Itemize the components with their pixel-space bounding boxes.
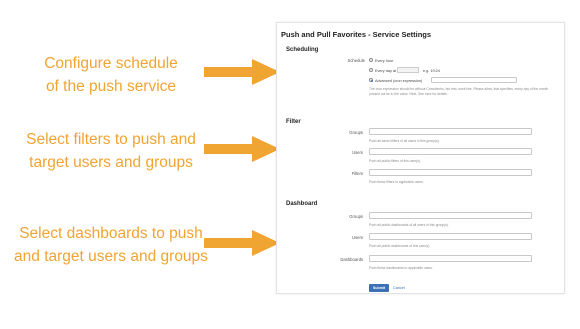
cancel-link[interactable]: Cancel (393, 286, 405, 290)
radio-every-day-label: Every day at (375, 68, 397, 73)
annotation-dashboards-line1: Select dashboards to push (19, 225, 203, 242)
arrow-right-icon (204, 136, 280, 162)
dashboard-groups-label: Groups (349, 214, 363, 219)
filter-groups-label: Groups (349, 130, 363, 135)
radio-advanced-cron[interactable] (369, 78, 374, 83)
filters-help: Push these filters to applicable users. (369, 180, 424, 184)
dashboard-heading: Dashboard (286, 201, 318, 207)
annotation-dashboards-line2: and target users and groups (14, 248, 208, 265)
filters-label: Filters (351, 171, 363, 176)
page-title: Push and Pull Favorites - Service Settin… (281, 30, 432, 39)
scheduling-heading: Scheduling (286, 47, 319, 53)
time-input[interactable] (397, 67, 419, 73)
filters-input[interactable] (369, 169, 532, 176)
radio-advanced-cron-label: Advanced (cron expression) (375, 78, 423, 83)
dashboard-users-label: Users (352, 235, 363, 240)
radio-every-day[interactable] (369, 68, 374, 73)
arrow-right-icon (204, 230, 280, 256)
filter-groups-input[interactable] (369, 128, 532, 135)
arrow-right-icon (204, 59, 280, 85)
radio-every-hour[interactable] (369, 58, 374, 63)
dashboard-users-help: Push all public dashboards of this user(… (369, 244, 431, 248)
annotation-schedule-line1: Configure schedule (44, 55, 178, 72)
annotation-filters: Select filters to push and target users … (0, 128, 222, 174)
annotation-dashboards: Select dashboards to push and target use… (0, 222, 222, 268)
dashboard-users-input[interactable] (369, 233, 532, 240)
filter-users-label: Users (352, 150, 363, 155)
cron-help-text: The cron expression should be without Cr… (369, 87, 549, 96)
filter-users-input[interactable] (369, 148, 532, 155)
filter-users-help: Push all public filters of this user(s). (369, 159, 421, 163)
annotation-filters-line2: target users and groups (29, 154, 193, 171)
schedule-label: Schedule (347, 58, 365, 63)
cron-expression-input[interactable] (431, 77, 517, 83)
annotation-schedule: Configure schedule of the push service (0, 52, 222, 98)
dashboard-groups-help: Push all public dashboards of all users … (369, 223, 449, 227)
dashboards-label: Dashboards (340, 257, 363, 262)
annotation-schedule-line2: of the push service (45, 78, 177, 95)
filter-heading: Filter (286, 119, 301, 125)
dashboards-help: Push these dashboards to applicable user… (369, 266, 433, 270)
service-settings-panel: Push and Pull Favorites - Service Settin… (276, 22, 565, 294)
time-example: e.g. 19:24 (423, 68, 440, 73)
radio-every-hour-label: Every hour (375, 58, 394, 63)
submit-button[interactable]: Submit (369, 284, 389, 292)
dashboards-input[interactable] (369, 255, 532, 262)
filter-groups-help: Push all saved filters of all users in t… (369, 139, 440, 143)
dashboard-groups-input[interactable] (369, 212, 532, 219)
annotation-filters-line1: Select filters to push and (26, 131, 196, 148)
